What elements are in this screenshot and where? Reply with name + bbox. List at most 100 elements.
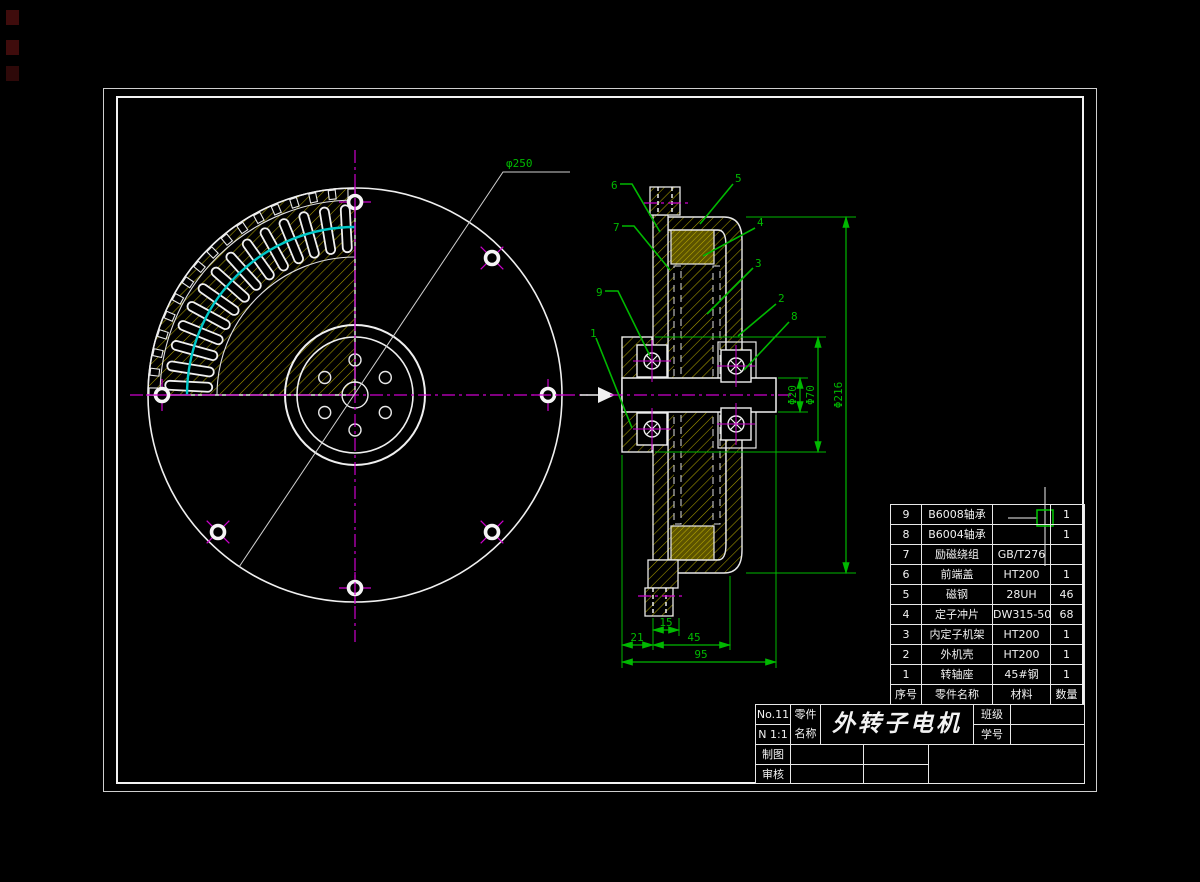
drawing-title: 外转子电机总成	[820, 704, 974, 745]
dim-texts-bottom: 15 21 45 95	[630, 616, 707, 661]
part-material	[993, 505, 1051, 525]
drawing-scale: N 1:1	[755, 724, 791, 745]
shaft-seat-foot	[644, 587, 674, 617]
remarks-cell	[928, 744, 1085, 784]
section-view: 6 7 9 1 5 4 3 2 8 Φ216 Φ70 Φ20 15 21 45 …	[580, 172, 856, 668]
part-name: 内定子机架	[922, 625, 993, 645]
part-name: 前端盖	[922, 565, 993, 585]
bearing-b6008-bottom	[632, 407, 672, 451]
part-no: 7	[891, 545, 922, 565]
callout-7: 7	[613, 221, 620, 234]
callout-1: 1	[590, 327, 597, 340]
table-row: 9 B6008轴承 1	[891, 505, 1084, 525]
cad-viewport[interactable]: φ250 6 7 9 1 5 4 3 2 8 Φ216 Φ70 Φ20 15 2…	[0, 0, 1200, 882]
part-no: 8	[891, 525, 922, 545]
table-row: 4 定子冲片 DW315-50 68	[891, 605, 1084, 625]
class-label: 班级	[973, 704, 1011, 725]
view-direction-arrow	[580, 387, 615, 403]
callout-5: 5	[735, 172, 742, 185]
check-date-cell	[863, 764, 929, 784]
part-qty	[1051, 545, 1082, 565]
parts-table: 9 B6008轴承 1 8 B6004轴承 1 7 励磁绕组 GB/T276 6…	[890, 504, 1085, 706]
header-no: 序号	[891, 685, 922, 705]
part-qty: 1	[1051, 665, 1082, 685]
part-no: 1	[891, 665, 922, 685]
front-cover-flange-top	[649, 186, 681, 216]
callout-6: 6	[611, 179, 618, 192]
dim-dia20: Φ20	[786, 385, 799, 405]
part-name: B6004轴承	[922, 525, 993, 545]
part-qty: 68	[1051, 605, 1082, 625]
dim-dia70: Φ70	[804, 385, 817, 405]
part-name: 外机壳	[922, 645, 993, 665]
callout-8: 8	[791, 310, 798, 323]
part-no: 5	[891, 585, 922, 605]
bearing-b6004-bottom	[716, 402, 756, 446]
dim-15: 15	[659, 616, 672, 629]
bearing-b6008-top	[632, 339, 672, 383]
class-value-cell	[1010, 704, 1085, 725]
front-cover-flange-bottom	[647, 559, 679, 589]
desktop-artifacts	[6, 10, 19, 81]
table-row: 1 转轴座 45#钢 1	[891, 665, 1084, 685]
winding-bottom	[670, 525, 715, 563]
check-name-cell	[790, 764, 864, 784]
table-row: 7 励磁绕组 GB/T276	[891, 545, 1084, 565]
dim-dia250: φ250	[506, 157, 533, 170]
part-qty: 1	[1051, 625, 1082, 645]
part-qty: 1	[1051, 525, 1082, 545]
dim-95: 95	[694, 648, 707, 661]
table-row: 5 磁钢 28UH 46	[891, 585, 1084, 605]
header-material: 材料	[993, 685, 1051, 705]
dim-texts-vertical: Φ216 Φ70 Φ20	[786, 382, 845, 409]
part-material: 28UH	[993, 585, 1051, 605]
part-no: 2	[891, 645, 922, 665]
check-label: 审核	[755, 764, 791, 784]
part-material: HT200	[993, 645, 1051, 665]
callout-4: 4	[757, 216, 764, 229]
part-no: 6	[891, 565, 922, 585]
table-row: 2 外机壳 HT200 1	[891, 645, 1084, 665]
part-name: 定子冲片	[922, 605, 993, 625]
table-row: 3 内定子机架 HT200 1	[891, 625, 1084, 645]
header-qty: 数量	[1055, 688, 1078, 701]
student-value-cell	[1010, 724, 1085, 745]
dim-dia216: Φ216	[832, 382, 845, 409]
centerlines	[130, 150, 588, 642]
drawing-number: No.11	[755, 704, 791, 725]
part-qty: 1	[1051, 505, 1082, 525]
part-material: HT200	[993, 565, 1051, 585]
part-name: B6008轴承	[922, 505, 993, 525]
callout-9: 9	[596, 286, 603, 299]
part-material: DW315-50	[993, 605, 1051, 625]
table-header-row: 序号 零件名称 材料 数量	[891, 685, 1084, 705]
draft-name-cell	[790, 744, 864, 765]
callout-2: 2	[778, 292, 785, 305]
part-material: HT200	[993, 625, 1051, 645]
part-material: 45#钢	[993, 665, 1051, 685]
table-row: 8 B6004轴承 1	[891, 525, 1084, 545]
part-material	[993, 525, 1051, 545]
student-label: 学号	[973, 724, 1011, 745]
part-name: 转轴座	[922, 665, 993, 685]
front-view: φ250	[130, 150, 588, 642]
part-no: 9	[891, 505, 922, 525]
part-qty: 1	[1051, 645, 1082, 665]
draft-label: 制图	[755, 744, 791, 765]
part-no: 4	[891, 605, 922, 625]
header-name: 零件名称	[922, 685, 993, 705]
callout-3: 3	[755, 257, 762, 270]
dim-45: 45	[687, 631, 700, 644]
part-material: GB/T276	[993, 545, 1051, 565]
table-row: 6 前端盖 HT200 1	[891, 565, 1084, 585]
bearing-b6004-top	[716, 344, 756, 388]
draft-date-cell	[863, 744, 929, 765]
dim-21: 21	[630, 631, 643, 644]
winding-top	[670, 227, 715, 265]
part-no: 3	[891, 625, 922, 645]
part-qty: 1	[1051, 565, 1082, 585]
part-name-label: 零件 名称	[790, 704, 821, 745]
part-name: 磁钢	[922, 585, 993, 605]
part-qty: 46	[1051, 585, 1082, 605]
part-name: 励磁绕组	[922, 545, 993, 565]
